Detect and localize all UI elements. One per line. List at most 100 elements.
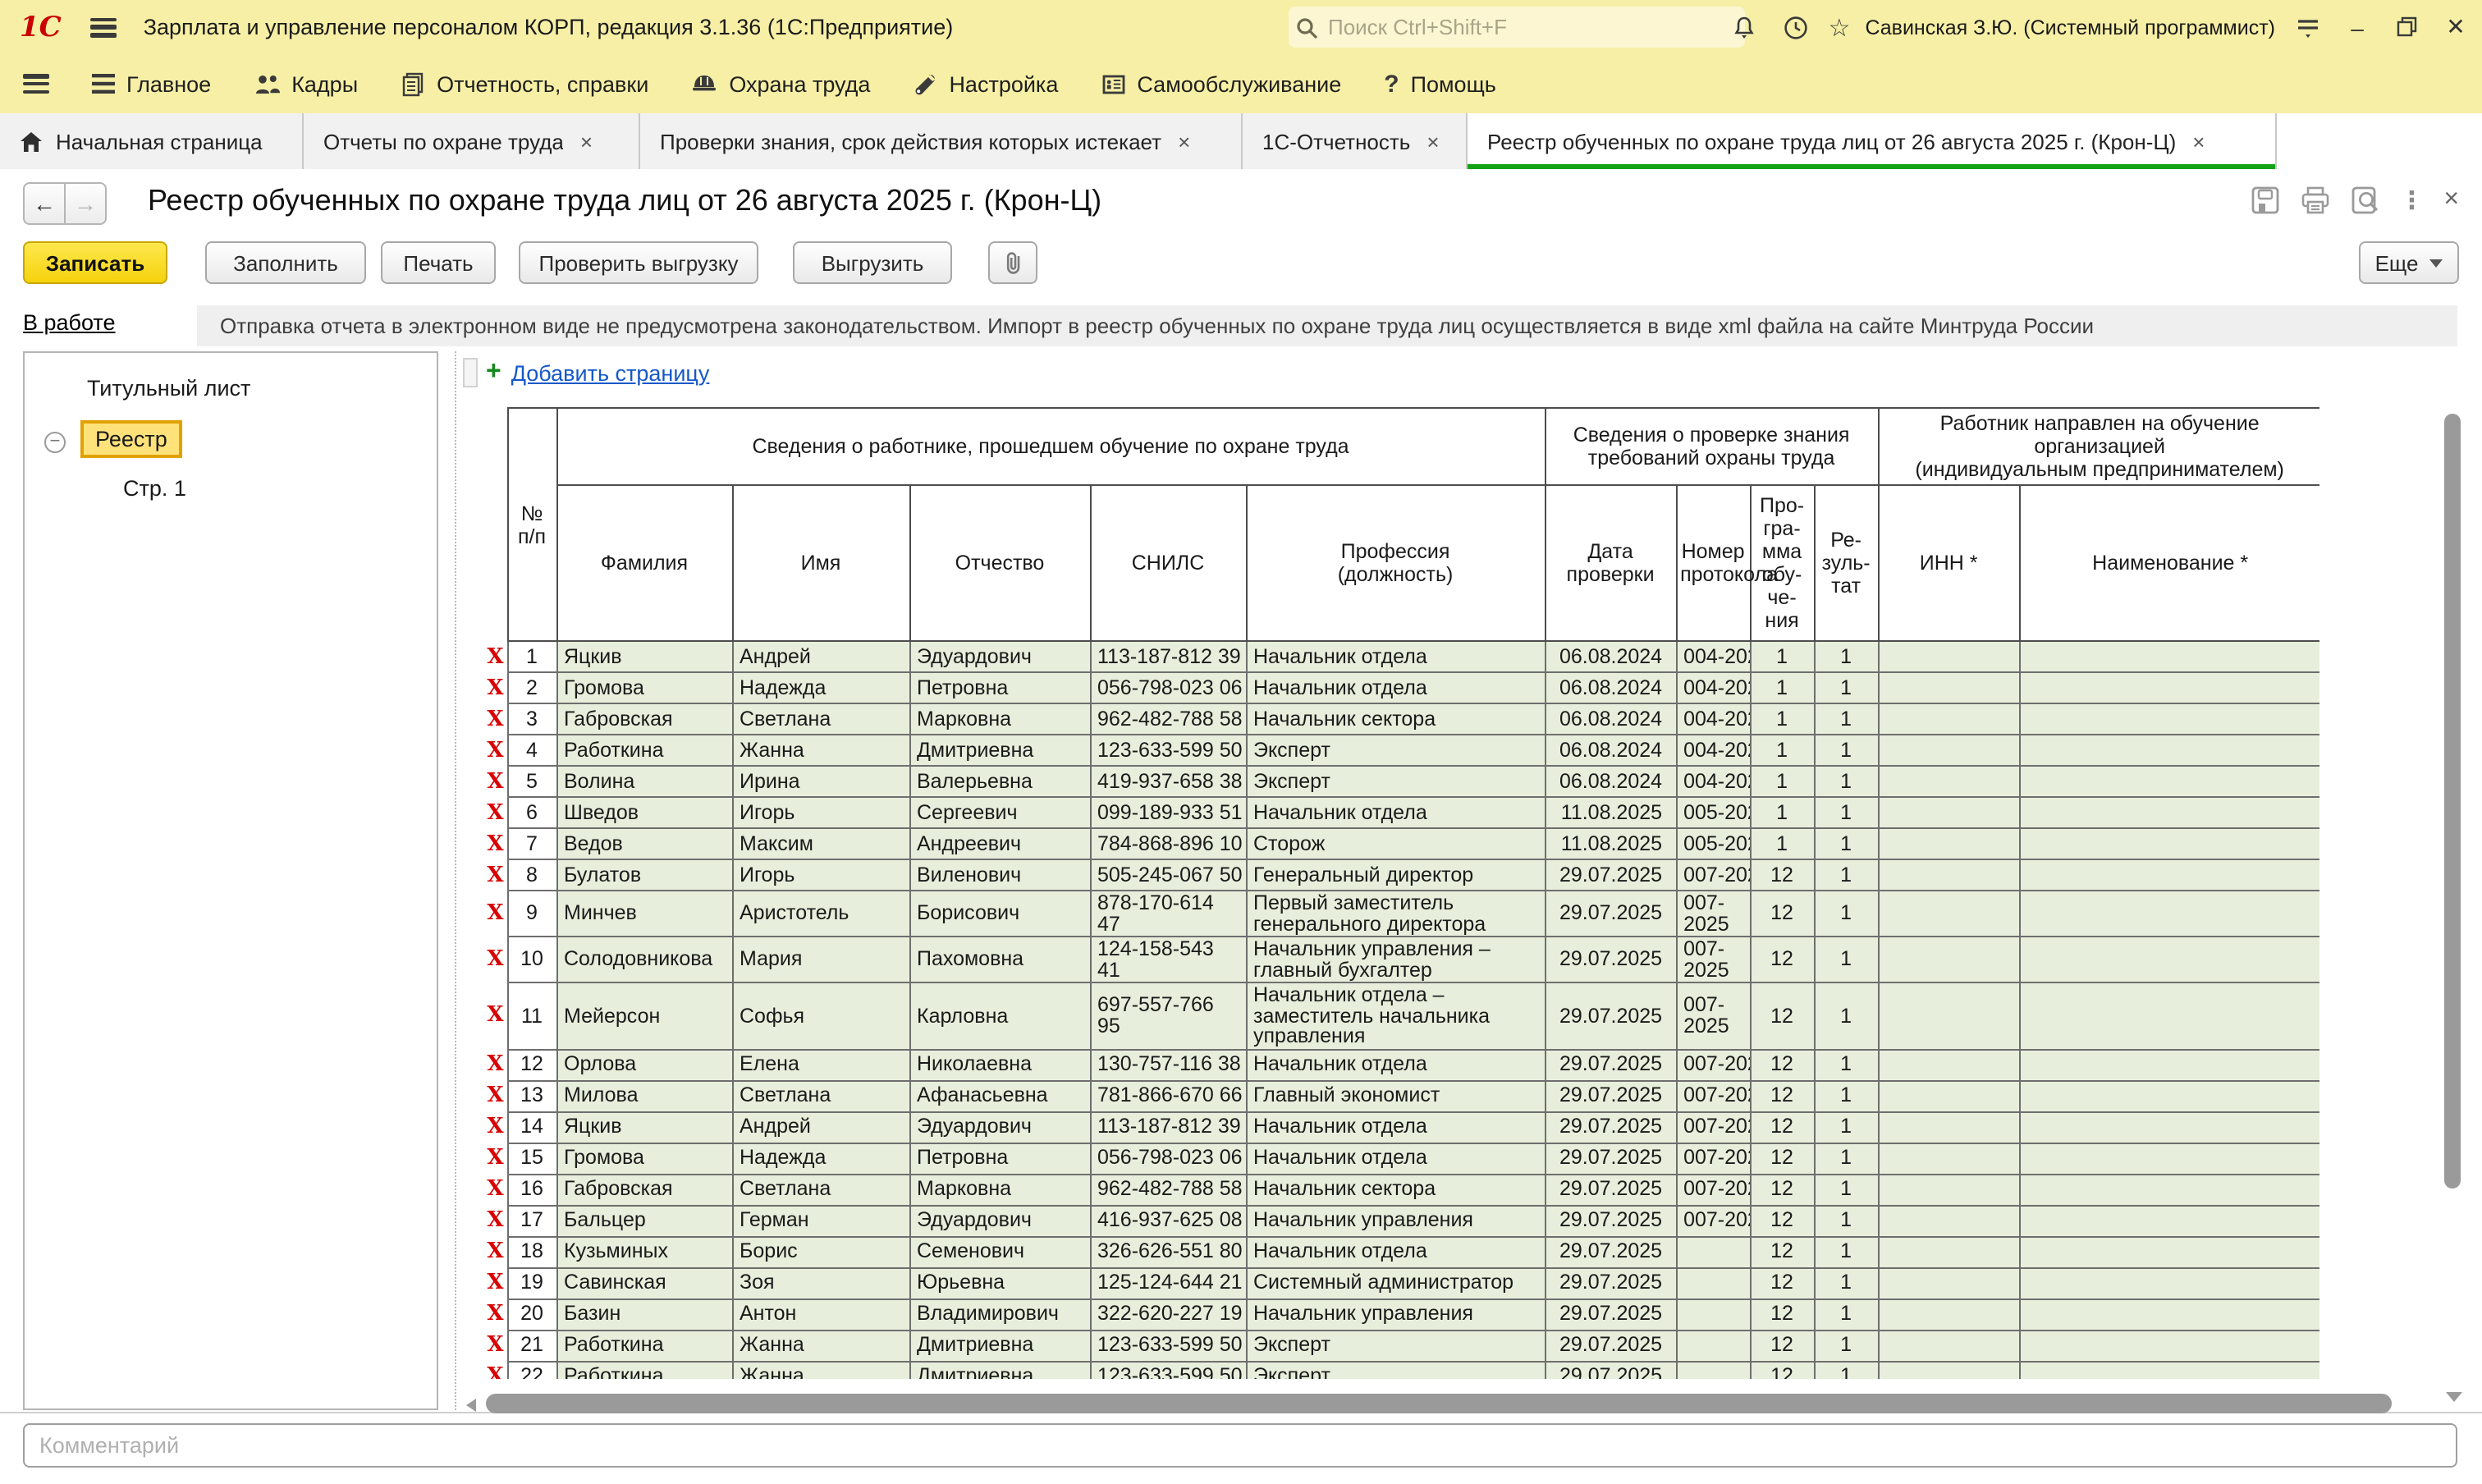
- program-cell[interactable]: 1: [1750, 828, 1814, 859]
- program-cell[interactable]: 1: [1750, 735, 1814, 766]
- protocol-cell[interactable]: 004-2025: [1676, 735, 1750, 766]
- profession-cell[interactable]: Эксперт: [1246, 1330, 1545, 1361]
- upload-button[interactable]: Выгрузить: [793, 241, 952, 284]
- inn-cell[interactable]: [1878, 1236, 2019, 1267]
- check-date-cell[interactable]: 06.08.2024: [1545, 735, 1676, 766]
- row-number-cell[interactable]: 5: [507, 766, 556, 797]
- snils-cell[interactable]: 419-937-658 38: [1090, 766, 1246, 797]
- protocol-cell[interactable]: 004-2025: [1676, 703, 1750, 735]
- protocol-cell[interactable]: 007-2025: [1676, 1174, 1750, 1205]
- patronymic-cell[interactable]: Дмитриевна: [909, 1330, 1090, 1361]
- save-button[interactable]: Записать: [23, 241, 167, 284]
- menu-hr[interactable]: Кадры: [254, 71, 358, 96]
- inn-cell[interactable]: [1878, 703, 2019, 735]
- program-cell[interactable]: 1: [1750, 672, 1814, 703]
- tab-register-active[interactable]: Реестр обученных по охране труда лиц от …: [1468, 113, 2277, 169]
- check-upload-button[interactable]: Проверить выгрузку: [519, 241, 758, 284]
- inn-cell[interactable]: [1878, 891, 2019, 937]
- sections-menu-icon[interactable]: [23, 74, 49, 94]
- program-cell[interactable]: 12: [1750, 1330, 1814, 1361]
- menu-self-service[interactable]: Самообслуживание: [1101, 71, 1341, 96]
- snils-cell[interactable]: 781-866-670 66: [1090, 1080, 1246, 1111]
- profession-cell[interactable]: Начальник отдела: [1246, 672, 1545, 703]
- delete-row-icon[interactable]: X: [484, 1267, 507, 1298]
- name-cell[interactable]: Игорь: [732, 859, 909, 891]
- preview-icon[interactable]: [2350, 186, 2379, 215]
- name-cell[interactable]: Мария: [732, 937, 909, 982]
- patronymic-cell[interactable]: Петровна: [909, 1143, 1090, 1174]
- patronymic-cell[interactable]: Петровна: [909, 672, 1090, 703]
- snils-cell[interactable]: 113-187-812 39: [1090, 641, 1246, 672]
- org-name-cell[interactable]: [2019, 1330, 2319, 1361]
- protocol-cell[interactable]: [1676, 1330, 1750, 1361]
- delete-row-icon[interactable]: X: [484, 982, 507, 1049]
- inn-cell[interactable]: [1878, 1080, 2019, 1111]
- table-row[interactable]: X8БулатовИгорьВиленович505-245-067 50Ген…: [484, 859, 2319, 891]
- surname-cell[interactable]: Волина: [556, 766, 732, 797]
- check-date-cell[interactable]: 29.07.2025: [1545, 1143, 1676, 1174]
- surname-cell[interactable]: Габровская: [556, 1174, 732, 1205]
- snils-cell[interactable]: 056-798-023 06: [1090, 672, 1246, 703]
- row-number-cell[interactable]: 19: [507, 1267, 556, 1298]
- row-number-cell[interactable]: 4: [507, 735, 556, 766]
- check-date-cell[interactable]: 29.07.2025: [1545, 1267, 1676, 1298]
- name-cell[interactable]: Зоя: [732, 1267, 909, 1298]
- check-date-cell[interactable]: 29.07.2025: [1545, 859, 1676, 891]
- patronymic-cell[interactable]: Владимирович: [909, 1298, 1090, 1330]
- delete-row-icon[interactable]: X: [484, 1143, 507, 1174]
- table-row[interactable]: X22РаботкинаЖаннаДмитриевна123-633-599 5…: [484, 1361, 2319, 1379]
- scroll-down-arrow-icon[interactable]: [2446, 1392, 2462, 1402]
- delete-row-icon[interactable]: X: [484, 766, 507, 797]
- row-number-cell[interactable]: 1: [507, 641, 556, 672]
- restore-button[interactable]: [2388, 9, 2425, 45]
- protocol-cell[interactable]: 007-2025: [1676, 982, 1750, 1049]
- surname-cell[interactable]: Мейерсон: [556, 982, 732, 1049]
- menu-main[interactable]: Главное: [92, 71, 211, 96]
- surname-cell[interactable]: Яцкив: [556, 1111, 732, 1143]
- program-cell[interactable]: 12: [1750, 891, 1814, 937]
- org-name-cell[interactable]: [2019, 766, 2319, 797]
- more-menu-icon[interactable]: ⋮: [2399, 186, 2424, 215]
- inn-cell[interactable]: [1878, 1205, 2019, 1236]
- inn-cell[interactable]: [1878, 797, 2019, 828]
- program-cell[interactable]: 12: [1750, 1080, 1814, 1111]
- patronymic-cell[interactable]: Марковна: [909, 703, 1090, 735]
- surname-cell[interactable]: Базин: [556, 1298, 732, 1330]
- delete-row-icon[interactable]: X: [484, 1080, 507, 1111]
- check-date-cell[interactable]: 06.08.2024: [1545, 766, 1676, 797]
- inn-cell[interactable]: [1878, 982, 2019, 1049]
- name-cell[interactable]: Софья: [732, 982, 909, 1049]
- org-name-cell[interactable]: [2019, 937, 2319, 982]
- program-cell[interactable]: 12: [1750, 1049, 1814, 1080]
- surname-cell[interactable]: Минчев: [556, 891, 732, 937]
- profession-cell[interactable]: Эксперт: [1246, 1361, 1545, 1379]
- profession-cell[interactable]: Эксперт: [1246, 735, 1545, 766]
- profession-cell[interactable]: Начальник отдела – заместитель начальник…: [1246, 982, 1545, 1049]
- delete-row-icon[interactable]: X: [484, 1205, 507, 1236]
- result-cell[interactable]: 1: [1814, 1143, 1878, 1174]
- result-cell[interactable]: 1: [1814, 982, 1878, 1049]
- tree-collapse-icon[interactable]: −: [44, 432, 66, 453]
- table-row[interactable]: X4РаботкинаЖаннаДмитриевна123-633-599 50…: [484, 735, 2319, 766]
- inn-cell[interactable]: [1878, 1049, 2019, 1080]
- menu-labor-safety[interactable]: Охрана труда: [691, 71, 870, 96]
- snils-cell[interactable]: 505-245-067 50: [1090, 859, 1246, 891]
- horizontal-scrollbar-thumb[interactable]: [486, 1394, 2392, 1413]
- delete-row-icon[interactable]: X: [484, 1361, 507, 1379]
- inn-cell[interactable]: [1878, 828, 2019, 859]
- protocol-cell[interactable]: 005-2025: [1676, 797, 1750, 828]
- name-cell[interactable]: Надежда: [732, 672, 909, 703]
- program-cell[interactable]: 12: [1750, 1298, 1814, 1330]
- result-cell[interactable]: 1: [1814, 703, 1878, 735]
- tab-knowledge-checks[interactable]: Проверки знания, срок действия которых и…: [640, 113, 1243, 169]
- patronymic-cell[interactable]: Эдуардович: [909, 1111, 1090, 1143]
- tab-close-icon[interactable]: ×: [1426, 129, 1439, 153]
- protocol-cell[interactable]: [1676, 1236, 1750, 1267]
- profession-cell[interactable]: Главный экономист: [1246, 1080, 1545, 1111]
- name-cell[interactable]: Антон: [732, 1298, 909, 1330]
- result-cell[interactable]: 1: [1814, 1049, 1878, 1080]
- tab-close-icon[interactable]: ×: [2192, 129, 2205, 153]
- result-cell[interactable]: 1: [1814, 735, 1878, 766]
- profession-cell[interactable]: Начальник управления: [1246, 1205, 1545, 1236]
- table-row[interactable]: X6ШведовИгорьСергеевич099-189-933 51Нача…: [484, 797, 2319, 828]
